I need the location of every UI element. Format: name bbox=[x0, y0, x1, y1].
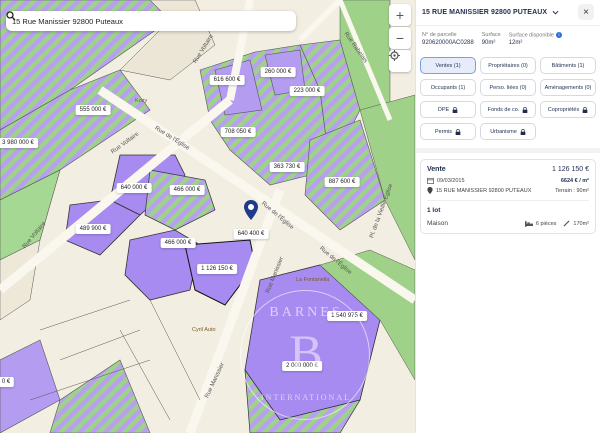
poi-label: La Fontanella bbox=[296, 277, 330, 283]
category-button-label: Ventes (1) bbox=[435, 62, 461, 69]
sale-price: 1 126 150 € bbox=[552, 166, 589, 174]
price-tag[interactable]: 363 730 € bbox=[269, 162, 305, 172]
divider bbox=[427, 200, 589, 202]
map-view[interactable]: + − Rue Voltaire Rue Voltaire Rue Voltai… bbox=[0, 0, 415, 433]
zoom-out-button[interactable]: − bbox=[389, 27, 411, 49]
price-tag[interactable]: 1 540 975 € bbox=[327, 311, 367, 321]
category-button-label: DPE bbox=[437, 106, 450, 113]
sale-address-text: 15 RUE MANISSIER 92800 PUTEAUX bbox=[436, 187, 532, 194]
lock-icon bbox=[523, 107, 528, 113]
sale-date-text: 09/03/2015 bbox=[437, 177, 465, 184]
category-button[interactable]: Copropriétés bbox=[540, 101, 596, 119]
price-tag[interactable]: 555 000 € bbox=[75, 105, 111, 115]
category-button-label: Copropriétés bbox=[547, 106, 580, 113]
category-button-label: Aménagements (0) bbox=[544, 84, 592, 91]
category-button-label: Bâtiments (1) bbox=[551, 62, 585, 69]
zoom-in-button[interactable]: + bbox=[389, 4, 411, 26]
close-icon: × bbox=[583, 6, 589, 18]
lot-details: 6 pièces 170m² bbox=[524, 220, 589, 228]
search-bar[interactable] bbox=[6, 11, 296, 31]
sale-date: 09/03/2015 bbox=[427, 177, 465, 185]
category-button[interactable]: Perso. liées (0) bbox=[480, 79, 536, 97]
chevron-down-icon[interactable] bbox=[552, 9, 559, 16]
category-button[interactable]: Aménagements (0) bbox=[540, 79, 596, 97]
category-buttons: Ventes (1) Propriétaires (0) Bâtiments (1)… bbox=[416, 46, 600, 141]
category-button[interactable]: Urbanisme bbox=[480, 123, 536, 141]
pin-icon bbox=[427, 187, 433, 195]
plus-icon: + bbox=[395, 7, 405, 23]
sale-address: 15 RUE MANISSIER 92800 PUTEAUX bbox=[427, 187, 532, 195]
parcel-number-label: N° de parcelle bbox=[422, 32, 457, 38]
category-button[interactable]: Permis bbox=[420, 123, 476, 141]
poi-label: Cyril Auto bbox=[192, 327, 216, 333]
poi-label: Kozy bbox=[135, 98, 148, 104]
available-surface-value: 12m² bbox=[508, 40, 523, 47]
price-tag[interactable]: 223 000 € bbox=[289, 86, 325, 96]
category-button[interactable]: Ventes (1) bbox=[420, 57, 476, 75]
price-tag[interactable]: 1 126 150 € bbox=[197, 264, 237, 274]
category-button[interactable]: Occupants (1) bbox=[420, 79, 476, 97]
lot-count: 1 lot bbox=[427, 207, 441, 215]
price-tag[interactable]: 0 € bbox=[0, 377, 15, 387]
lot-type: Maison bbox=[427, 220, 448, 228]
price-tag[interactable]: 640 000 € bbox=[116, 183, 152, 193]
category-button-label: Perso. liées (0) bbox=[489, 84, 527, 91]
category-button-label: Occupants (1) bbox=[430, 84, 466, 91]
ruler-icon bbox=[563, 220, 570, 228]
map-canvas bbox=[0, 0, 415, 433]
calendar-icon bbox=[427, 178, 434, 185]
location-pin-icon[interactable] bbox=[244, 200, 258, 220]
category-button-label: Urbanisme bbox=[490, 128, 517, 135]
sale-title: Vente bbox=[427, 166, 446, 174]
parcel-meta: N° de parcelle 920620000AC0288 Surface 9… bbox=[416, 26, 600, 46]
lock-icon bbox=[452, 107, 458, 113]
price-tag[interactable]: 260 000 € bbox=[260, 67, 296, 77]
panel-header: 15 RUE MANISSIER 92800 PUTEAUX × bbox=[416, 0, 600, 26]
category-button-label: Propriétaires (0) bbox=[488, 62, 528, 69]
minus-icon: − bbox=[395, 30, 405, 46]
price-tag[interactable]: 489 900 € bbox=[75, 224, 111, 234]
category-button[interactable]: Bâtiments (1) bbox=[540, 57, 596, 75]
price-tag[interactable]: 3 980 000 € bbox=[0, 138, 38, 148]
price-tag[interactable]: 466 000 € bbox=[169, 185, 205, 195]
locate-icon bbox=[389, 50, 400, 61]
sale-price-m2: 6624 € / m² bbox=[561, 178, 589, 184]
sale-price-m2-text: 6624 € / m² bbox=[560, 177, 589, 184]
sale-terrain: Terrain : 90m² bbox=[555, 187, 589, 194]
bed-icon bbox=[524, 221, 533, 227]
category-button[interactable]: Fonds de co. bbox=[480, 101, 536, 119]
surface-label: Surface bbox=[481, 32, 501, 38]
price-tag[interactable]: 708 050 € bbox=[220, 127, 256, 137]
parcel-number-value: 920620000AC0288 bbox=[422, 40, 474, 46]
price-tag[interactable]: 616 600 € bbox=[209, 75, 245, 85]
lock-icon bbox=[582, 107, 588, 113]
category-button[interactable]: DPE bbox=[420, 101, 476, 119]
surface-value: 90m² bbox=[481, 40, 496, 46]
close-button[interactable]: × bbox=[578, 4, 594, 20]
category-button-label: Fonds de co. bbox=[487, 106, 520, 113]
info-icon[interactable]: i bbox=[555, 32, 562, 38]
search-input[interactable] bbox=[12, 16, 272, 26]
parcel-panel: 15 RUE MANISSIER 92800 PUTEAUX × N° de p… bbox=[415, 0, 600, 433]
available-surface-label: Surface disponible i bbox=[509, 32, 562, 38]
lock-icon bbox=[455, 129, 461, 135]
price-tag[interactable]: 466 000 € bbox=[160, 238, 196, 248]
available-surface-text: Surface disponible bbox=[508, 32, 554, 39]
lot-area: 170m² bbox=[573, 220, 589, 227]
price-tag[interactable]: 640 400 € bbox=[233, 229, 269, 239]
divider bbox=[416, 148, 600, 154]
locate-button[interactable] bbox=[389, 50, 411, 72]
panel-title: 15 RUE MANISSIER 92800 PUTEAUX bbox=[422, 9, 548, 16]
category-button-label: Permis bbox=[434, 128, 453, 135]
category-button[interactable]: Propriétaires (0) bbox=[480, 57, 536, 75]
price-tag[interactable]: 2 000 000 € bbox=[282, 361, 322, 371]
sale-card[interactable]: Vente 1 126 150 € 09/03/2015 6624 € / m²… bbox=[420, 159, 596, 235]
search-icon bbox=[6, 11, 16, 21]
lot-rooms: 6 pièces bbox=[535, 220, 557, 227]
price-tag[interactable]: 887 600 € bbox=[324, 177, 360, 187]
lock-icon bbox=[520, 129, 526, 135]
